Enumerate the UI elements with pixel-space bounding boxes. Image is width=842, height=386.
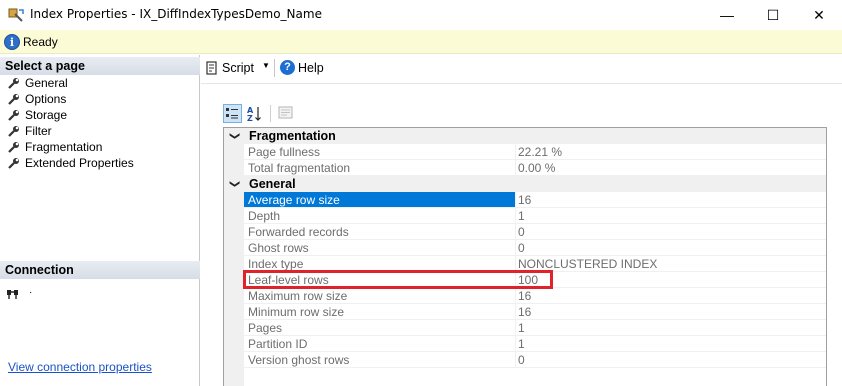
wrench-icon	[7, 77, 20, 90]
page-item-extended-properties[interactable]: Extended Properties	[7, 155, 134, 171]
page-item-label: Fragmentation	[25, 140, 103, 154]
property-value: 1	[516, 208, 826, 224]
wrench-icon	[7, 157, 20, 170]
toolbar-separator	[270, 105, 271, 122]
page-item-label: General	[25, 76, 68, 90]
toolbar-separator	[274, 59, 275, 77]
page-item-general[interactable]: General	[7, 75, 68, 91]
property-name: Version ghost rows	[244, 352, 516, 368]
wrench-icon	[7, 125, 20, 138]
help-button[interactable]: Help	[298, 61, 324, 75]
property-value: 0.00 %	[516, 160, 826, 176]
page-item-label: Storage	[25, 108, 68, 122]
property-row[interactable]: Depth 1	[224, 208, 826, 224]
wrench-icon	[7, 141, 20, 154]
title-bar: Index Properties - IX_DiffIndexTypesDemo…	[0, 0, 842, 30]
property-value: 16	[516, 288, 826, 304]
property-pages-button[interactable]	[277, 104, 296, 123]
svg-text:Z: Z	[247, 114, 253, 123]
property-name: Depth	[244, 208, 516, 224]
property-name: Ghost rows	[244, 240, 516, 256]
page-item-label: Extended Properties	[25, 156, 134, 170]
property-name: Forwarded records	[244, 224, 516, 240]
property-name: Maximum row size	[244, 288, 516, 304]
category-general[interactable]: ❯ General	[224, 176, 826, 192]
property-name: Partition ID	[244, 336, 516, 352]
wrench-icon	[7, 93, 20, 106]
page-item-options[interactable]: Options	[7, 91, 66, 107]
page-item-filter[interactable]: Filter	[7, 123, 52, 139]
categorized-icon	[226, 108, 238, 119]
connection-header: Connection	[0, 261, 200, 279]
maximize-button[interactable]: ☐	[750, 0, 796, 30]
toolbar-divider	[201, 83, 842, 84]
chevron-down-icon[interactable]: ▼	[262, 61, 270, 70]
property-row[interactable]: Minimum row size 16	[224, 304, 826, 320]
property-row[interactable]: Ghost rows 0	[224, 240, 826, 256]
property-name: Page fullness	[244, 144, 516, 160]
property-value: 1	[516, 336, 826, 352]
content-pane: Script ▼ ? Help A Z ❯ Fragmentation Page…	[201, 55, 842, 386]
property-grid: ❯ Fragmentation Page fullness 22.21 % To…	[223, 127, 827, 386]
status-bar: i Ready	[0, 30, 842, 54]
property-name: Average row size	[244, 192, 516, 208]
status-text: Ready	[23, 35, 58, 49]
property-name: Minimum row size	[244, 304, 516, 320]
select-page-header: Select a page	[0, 57, 200, 75]
app-icon	[8, 8, 24, 22]
server-connection-icon	[7, 290, 18, 299]
page-item-storage[interactable]: Storage	[7, 107, 67, 123]
close-button[interactable]: ✕	[796, 0, 842, 30]
property-row[interactable]: Total fragmentation 0.00 %	[224, 160, 826, 176]
property-name: Total fragmentation	[244, 160, 516, 176]
property-pages-icon	[278, 106, 293, 119]
category-fragmentation[interactable]: ❯ Fragmentation	[224, 128, 826, 144]
help-icon[interactable]: ?	[280, 60, 295, 75]
property-row[interactable]: Page fullness 22.21 %	[224, 144, 826, 160]
highlight-annotation-box	[243, 270, 553, 289]
property-row[interactable]: Version ghost rows 0	[224, 352, 826, 368]
collapse-chevron-icon[interactable]: ❯	[226, 178, 242, 190]
page-item-label: Filter	[25, 124, 52, 138]
script-icon	[206, 61, 217, 75]
maximize-icon: ☐	[766, 6, 780, 23]
category-label: General	[249, 177, 296, 191]
property-value: 1	[516, 320, 826, 336]
close-icon: ✕	[813, 6, 825, 23]
property-name: Pages	[244, 320, 516, 336]
toolbar: Script ▼ ? Help	[201, 55, 842, 81]
property-row[interactable]: Maximum row size 16	[224, 288, 826, 304]
minimize-button[interactable]: —	[704, 0, 750, 30]
script-button[interactable]: Script	[222, 61, 254, 75]
property-value: NONCLUSTERED INDEX	[516, 256, 826, 272]
page-item-fragmentation[interactable]: Fragmentation	[7, 139, 102, 155]
property-value: 16	[516, 192, 826, 208]
property-row[interactable]: Partition ID 1	[224, 336, 826, 352]
property-value: 0	[516, 352, 826, 368]
property-value: 0	[516, 224, 826, 240]
categorized-button[interactable]	[223, 104, 242, 123]
view-connection-properties-link[interactable]: View connection properties	[8, 360, 152, 374]
property-row[interactable]: Forwarded records 0	[224, 224, 826, 240]
window-title: Index Properties - IX_DiffIndexTypesDemo…	[30, 7, 322, 21]
collapse-chevron-icon[interactable]: ❯	[226, 130, 242, 142]
sort-alphabetical-icon: A Z	[247, 106, 261, 123]
page-selector-pane: Select a page General Options Storage Fi…	[0, 55, 200, 386]
minimize-icon: —	[720, 7, 734, 23]
property-row[interactable]: Average row size 16	[224, 192, 826, 208]
property-row[interactable]: Pages 1	[224, 320, 826, 336]
category-label: Fragmentation	[249, 129, 336, 143]
property-value: 22.21 %	[516, 144, 826, 160]
wrench-icon	[7, 109, 20, 122]
connection-value: ·	[29, 287, 33, 298]
alphabetical-button[interactable]: A Z	[245, 104, 264, 123]
info-icon: i	[4, 34, 20, 50]
property-value: 0	[516, 240, 826, 256]
property-value: 16	[516, 304, 826, 320]
page-item-label: Options	[25, 92, 67, 106]
property-value: 100	[516, 272, 826, 288]
